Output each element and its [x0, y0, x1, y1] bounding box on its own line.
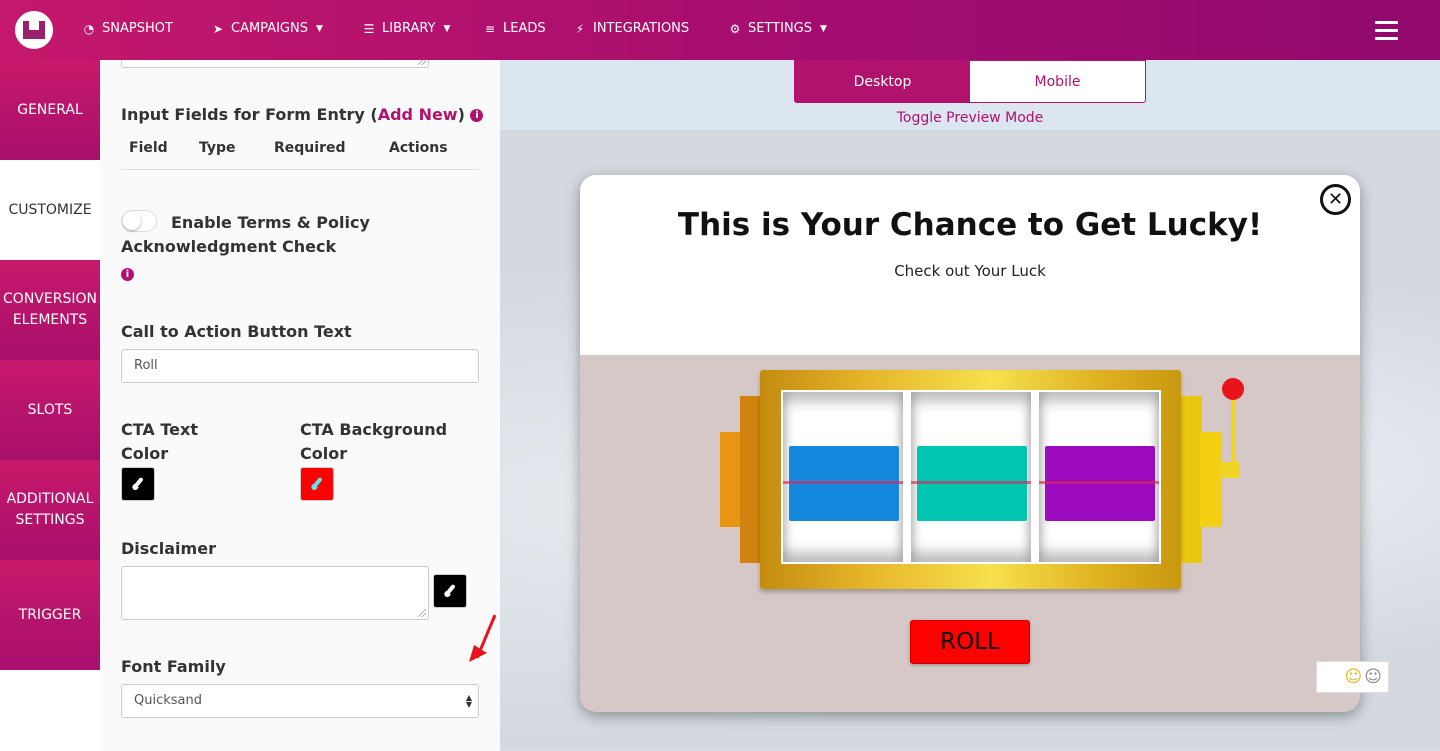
tab-label: ADDITIONAL SETTINGS [6, 491, 94, 528]
cta-text-label: Call to Action Button Text [121, 322, 352, 341]
input-fields-heading: Input Fields for Form Entry (Add New) i [121, 103, 484, 127]
nav-label: SNAPSHOT [102, 21, 173, 36]
plug-icon: ⚡ [575, 21, 585, 36]
cta-bg-color-swatch[interactable] [300, 467, 334, 501]
red-arrow-annotation [469, 614, 497, 662]
reel-1 [783, 392, 903, 562]
column-header-field: Field [129, 140, 168, 156]
tab-label: SLOTS [27, 401, 73, 418]
right-outer-wing [1200, 432, 1222, 527]
slot-machine [720, 370, 1244, 595]
campaign-popup: This is Your Chance to Get Lucky! Check … [580, 175, 1360, 712]
info-icon[interactable]: i [470, 109, 484, 122]
lever-joint [1220, 462, 1239, 478]
tab-general[interactable]: GENERAL [0, 60, 100, 160]
emoji-add-icon: ☺ [1344, 667, 1363, 687]
tab-label: CUSTOMIZE [8, 201, 92, 218]
smiley-icon: ☺ [1364, 667, 1382, 687]
nav-library[interactable]: ☰ LIBRARY ▼ [362, 21, 451, 36]
cta-bg-color-label: CTA Background Color [300, 420, 448, 463]
add-new-link[interactable]: Add New [378, 105, 458, 124]
slot-reels [781, 390, 1161, 564]
hamburger-menu-icon[interactable] [1375, 21, 1398, 40]
caret-down-icon: ▼ [443, 23, 451, 34]
column-header-type: Type [199, 140, 236, 156]
cogs-icon: ⚙ [729, 21, 741, 36]
customize-panel: Input Fields for Form Entry (Add New) i … [100, 60, 500, 751]
close-icon[interactable]: ✕ [1320, 184, 1351, 215]
font-family-value: Quicksand [134, 693, 202, 708]
cta-text-color-label: CTA Text Color [121, 420, 198, 463]
column-header-required: Required [274, 140, 346, 156]
dashboard-icon: ◔ [83, 21, 95, 36]
cta-text-input[interactable]: Roll [121, 349, 479, 383]
tab-label: CONVERSION ELEMENTS [3, 291, 97, 328]
lever-knob[interactable] [1222, 378, 1244, 400]
popup-title: This is Your Chance to Get Lucky! [677, 207, 1263, 243]
font-family-label: Font Family [121, 657, 226, 676]
nav-label: INTEGRATIONS [593, 21, 690, 36]
resize-grip-icon[interactable] [418, 609, 426, 617]
nav-label: LEADS [503, 21, 546, 36]
cta-text-color-swatch[interactable] [121, 467, 155, 501]
roll-button[interactable]: ROLL [910, 620, 1030, 664]
desktop-mode-button[interactable]: Desktop [795, 61, 970, 102]
reel-3 [1039, 392, 1159, 562]
left-outer-wing [720, 432, 742, 527]
tab-customize[interactable]: CUSTOMIZE [0, 160, 100, 260]
nav-settings[interactable]: ⚙ SETTINGS ▼ [728, 21, 827, 36]
tab-slots[interactable]: SLOTS [0, 360, 100, 460]
column-header-actions: Actions [389, 140, 448, 156]
font-family-select[interactable]: Quicksand ▲ ▼ [121, 684, 479, 718]
tab-conversion-elements[interactable]: CONVERSION ELEMENTS [0, 260, 100, 360]
popup-subtitle: Check out Your Luck [894, 262, 1046, 280]
top-navbar: ◔ SNAPSHOT ➤ CAMPAIGNS ▼ ☰ LIBRARY ▼ ≡ L… [0, 0, 1440, 60]
payline [783, 481, 903, 484]
previous-textarea[interactable] [121, 60, 429, 68]
paper-plane-icon: ➤ [212, 21, 224, 36]
paint-brush-icon [310, 477, 324, 491]
info-icon[interactable]: i [121, 268, 134, 281]
popup-header: This is Your Chance to Get Lucky! Check … [580, 175, 1360, 355]
mobile-mode-button[interactable]: Mobile [970, 61, 1145, 102]
nav-label: LIBRARY [382, 21, 436, 36]
side-tabs: GENERAL CUSTOMIZE CONVERSION ELEMENTS SL… [0, 60, 100, 751]
nav-label: SETTINGS [748, 21, 813, 36]
app-logo[interactable] [15, 11, 53, 49]
payline [1039, 481, 1159, 484]
disclaimer-textarea[interactable] [121, 566, 429, 620]
paint-brush-icon [443, 584, 457, 598]
tab-label: TRIGGER [18, 606, 82, 623]
server-icon: ☰ [363, 21, 375, 36]
reel-2 [911, 392, 1031, 562]
nav-label: CAMPAIGNS [231, 21, 308, 36]
caret-down-icon: ▼ [820, 23, 827, 34]
payline [911, 481, 1031, 484]
preview-area: Desktop Mobile Toggle Preview Mode This … [500, 60, 1440, 751]
tab-additional-settings[interactable]: ADDITIONAL SETTINGS [0, 460, 100, 560]
disclaimer-label: Disclaimer [121, 539, 216, 558]
nav-campaigns[interactable]: ➤ CAMPAIGNS ▼ [211, 21, 323, 36]
list-icon: ≡ [484, 21, 496, 36]
emoji-widget[interactable]: ☺ ☺ [1316, 661, 1389, 693]
caret-down-icon: ▼ [315, 23, 323, 34]
right-inner-wing [1178, 396, 1202, 563]
nav-snapshot[interactable]: ◔ SNAPSHOT [82, 21, 173, 36]
tab-trigger[interactable]: TRIGGER [0, 560, 100, 670]
select-arrows-icon: ▲ ▼ [465, 693, 472, 709]
preview-mode-toggle: Desktop Mobile [794, 60, 1146, 103]
disclaimer-color-swatch[interactable] [433, 574, 467, 608]
divider [121, 169, 479, 170]
nav-integrations[interactable]: ⚡ INTEGRATIONS [573, 21, 689, 36]
terms-label: Enable Terms & Policy Acknowledgment Che… [121, 213, 370, 256]
toggle-preview-caption: Toggle Preview Mode [896, 110, 1044, 126]
lever-stick [1231, 388, 1236, 468]
tab-label: GENERAL [17, 101, 83, 118]
paint-brush-icon [131, 477, 145, 491]
nav-leads[interactable]: ≡ LEADS [483, 21, 546, 36]
